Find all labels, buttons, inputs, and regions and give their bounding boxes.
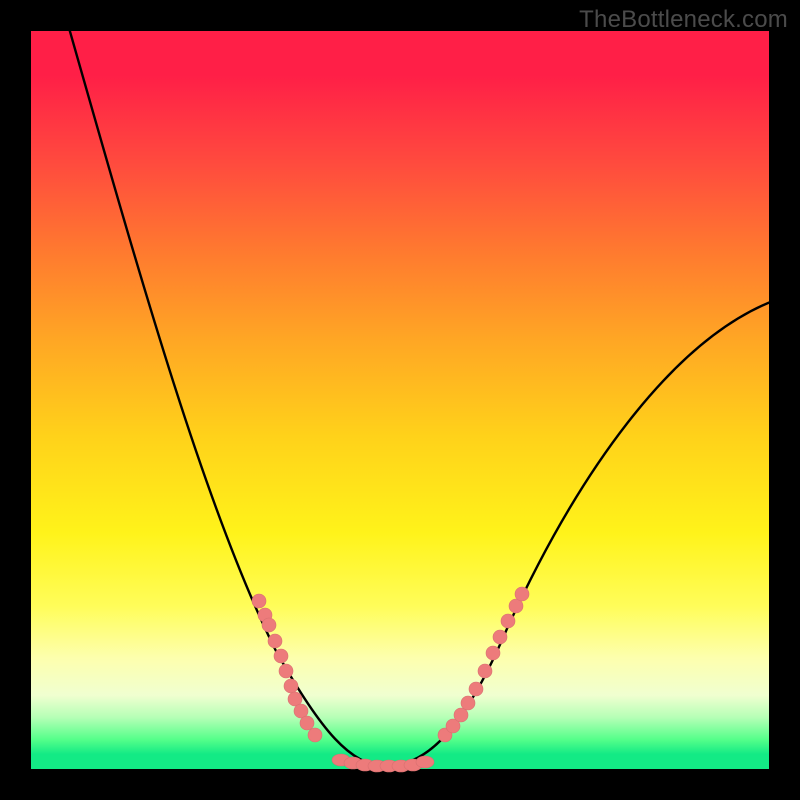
data-dot [454,708,468,722]
data-dot [268,634,282,648]
plot-area [31,31,769,769]
dots-left-group [252,594,322,742]
data-dot [308,728,322,742]
outer-frame: TheBottleneck.com [0,0,800,800]
dots-right-group [438,587,529,742]
data-dot [501,614,515,628]
data-dot [279,664,293,678]
data-dot [274,649,288,663]
watermark-text: TheBottleneck.com [579,6,788,34]
data-dot [461,696,475,710]
bottleneck-curve [67,21,773,766]
data-dot [284,679,298,693]
chart-svg [31,31,769,769]
data-dot [515,587,529,601]
data-dot [478,664,492,678]
data-dot [262,618,276,632]
data-dot [300,716,314,730]
data-dot [416,756,434,768]
data-dot [252,594,266,608]
data-dot [486,646,500,660]
data-dot [469,682,483,696]
data-dot [493,630,507,644]
